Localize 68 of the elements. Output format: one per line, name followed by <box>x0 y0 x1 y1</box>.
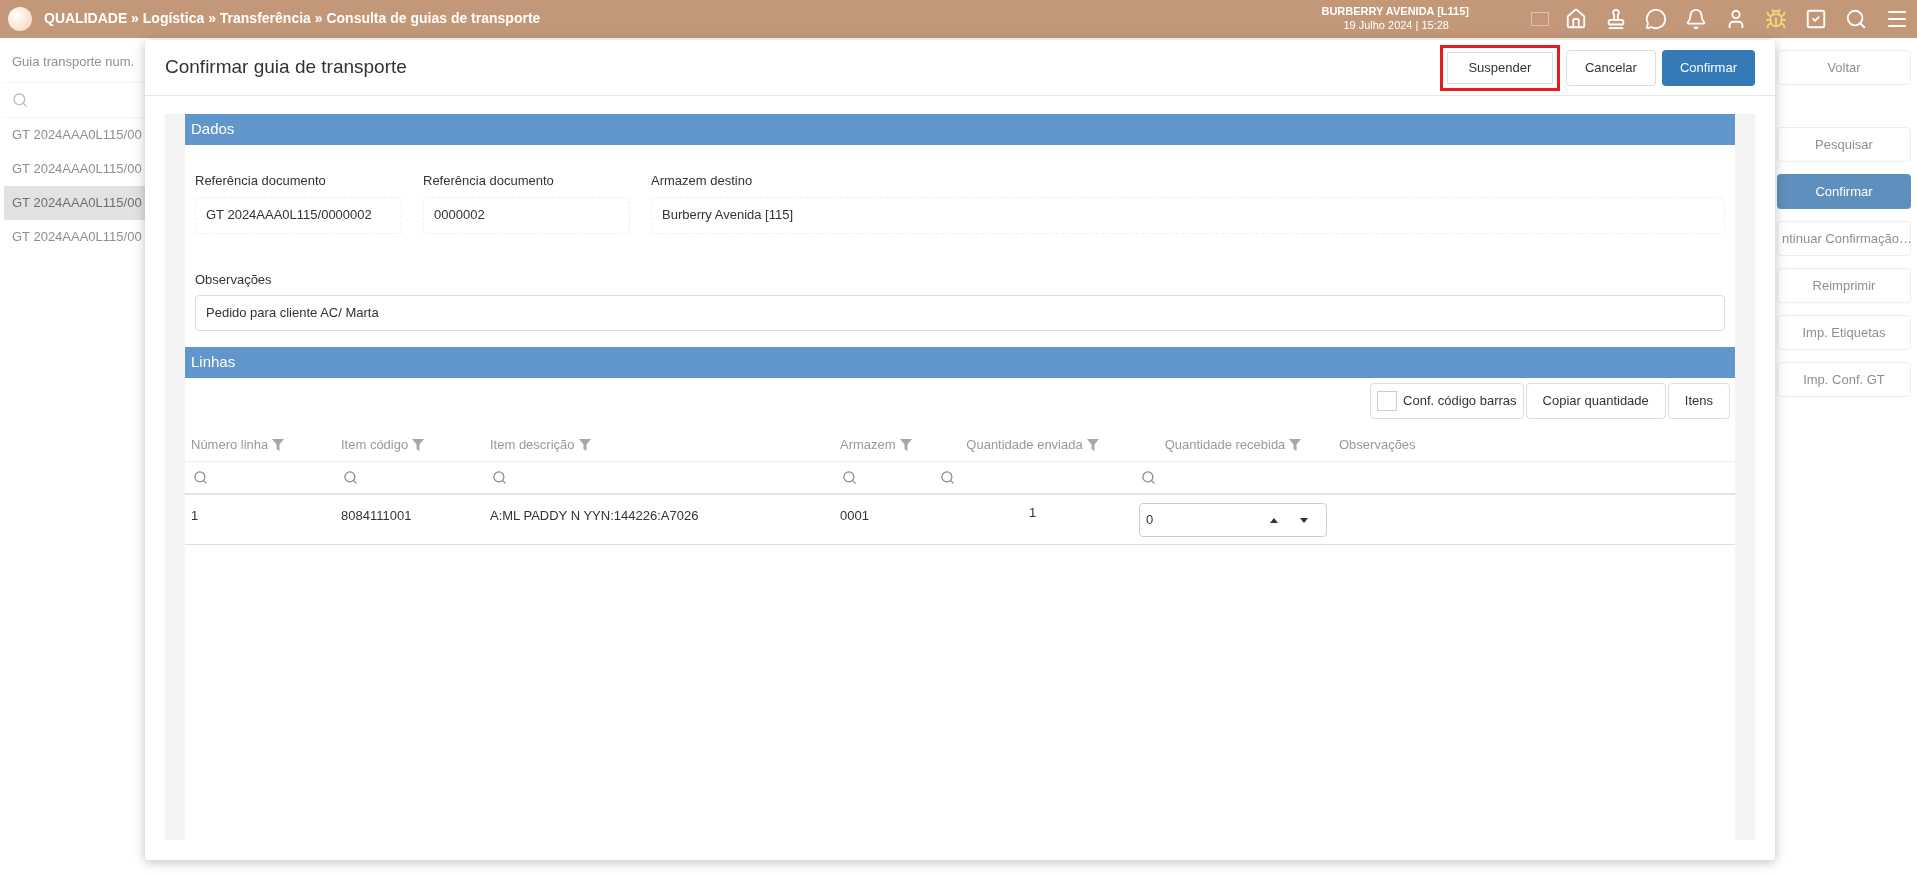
checkbox-label: Conf. código barras <box>1403 392 1517 411</box>
square-icon[interactable] <box>1531 12 1549 26</box>
column-header[interactable]: Item descrição <box>490 435 575 455</box>
field-label: Observações <box>195 270 273 289</box>
dialog-button[interactable]: Suspender <box>1439 44 1560 91</box>
breadcrumb: QUALIDADE » Logística » Transferência » Consulta de guias de transporte <box>44 9 541 28</box>
text-field[interactable]: Pedido para cliente AC/ Marta <box>195 295 1725 331</box>
table-cell: 1 <box>191 508 199 523</box>
date-time: 19 Julho 2024 | 15:28 <box>1343 19 1449 33</box>
dialog-button[interactable]: Cancelar <box>1565 49 1656 86</box>
column-header: Guia transporte num. <box>11 53 136 71</box>
search-icon[interactable] <box>12 92 28 108</box>
toolbar-button[interactable]: Copiar quantidade <box>1525 383 1666 419</box>
bell-icon[interactable] <box>1685 8 1707 30</box>
section-header: Dados <box>185 114 1735 145</box>
field-label: Armazem destino <box>651 172 754 190</box>
side-button[interactable]: Imp. Etiquetas <box>1777 315 1911 350</box>
search-icon[interactable] <box>1845 8 1867 30</box>
side-button[interactable]: Reimprimir <box>1777 268 1911 303</box>
search-icon[interactable] <box>1141 470 1156 485</box>
text-field[interactable]: GT 2024AAA0L115/0000002 <box>195 196 402 234</box>
chat-icon[interactable] <box>1645 8 1667 30</box>
home-icon[interactable] <box>1565 8 1587 30</box>
column-header[interactable]: Quantidade recebida <box>1164 435 1286 455</box>
column-header[interactable]: Item código <box>341 435 409 455</box>
dialog-title: Confirmar guia de transporte <box>165 55 407 80</box>
side-button[interactable]: ntinuar Confirmação… <box>1777 221 1911 256</box>
decrement-icon[interactable] <box>1300 517 1308 523</box>
side-button[interactable]: Imp. Conf. GT <box>1777 362 1911 397</box>
column-header[interactable]: Armazem <box>840 435 896 455</box>
table-cell-text: 1 <box>1028 504 1037 522</box>
search-icon[interactable] <box>842 470 857 485</box>
filter-icon[interactable] <box>1086 439 1099 451</box>
filter-icon[interactable] <box>899 439 912 451</box>
increment-icon[interactable] <box>1270 517 1278 523</box>
search-icon[interactable] <box>940 470 955 485</box>
table-cell: A:ML PADDY N YYN:144226:A7026 <box>490 508 699 523</box>
text-field[interactable]: 0000002 <box>423 196 630 234</box>
logo-icon <box>8 7 32 31</box>
side-button[interactable]: Voltar <box>1777 50 1911 85</box>
number-field[interactable]: 0 <box>1139 503 1327 537</box>
filter-icon[interactable] <box>578 439 591 451</box>
table-cell: 8084111001 <box>341 508 412 523</box>
barcode-checkbox[interactable]: Conf. código barras <box>1370 383 1524 419</box>
column-header[interactable]: Quantidade enviada <box>966 435 1083 455</box>
search-icon[interactable] <box>343 470 358 485</box>
section-header: Linhas <box>185 347 1735 378</box>
dialog-button[interactable]: Confirmar <box>1661 49 1755 86</box>
toolbar-button[interactable]: Itens <box>1667 383 1730 419</box>
store-name: BURBERRY AVENIDA [L115] <box>1321 5 1469 19</box>
filter-icon[interactable] <box>412 439 425 451</box>
side-button[interactable]: Confirmar <box>1777 174 1911 209</box>
checkbox-icon[interactable] <box>1805 8 1827 30</box>
field-label: Referência documento <box>195 172 327 190</box>
column-header[interactable]: Número linha <box>191 435 269 455</box>
table-cell: 0001 <box>840 508 869 523</box>
column-header[interactable]: Observações <box>1339 435 1416 455</box>
filter-icon[interactable] <box>272 439 285 451</box>
stamp-icon[interactable] <box>1605 8 1627 30</box>
side-button[interactable]: Pesquisar <box>1777 127 1911 162</box>
list-row[interactable]: GT 2024AAA0L115/00 <box>4 186 145 220</box>
field-label: Referência documento <box>423 172 555 190</box>
search-icon[interactable] <box>492 470 507 485</box>
search-icon[interactable] <box>193 470 208 485</box>
bug-icon[interactable] <box>1765 8 1787 30</box>
filter-icon[interactable] <box>1289 439 1302 451</box>
checkbox[interactable] <box>1377 391 1398 411</box>
text-field[interactable]: Burberry Avenida [115] <box>651 196 1725 234</box>
